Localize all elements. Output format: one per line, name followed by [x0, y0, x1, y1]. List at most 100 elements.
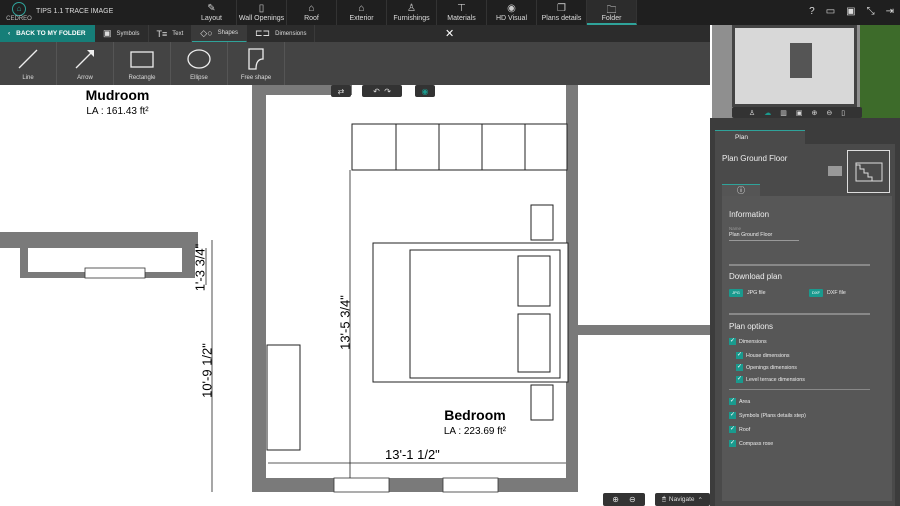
plan-icon[interactable]: ▥	[780, 109, 787, 117]
pencil-icon: ✎	[207, 3, 216, 14]
option-dimensions[interactable]: ✓ Dimensions	[729, 338, 767, 345]
shape-line[interactable]: Line	[0, 42, 57, 85]
dxf-download-link[interactable]: DXF file	[827, 290, 846, 296]
option-openings-dimensions[interactable]: ✓ Openings dimensions	[736, 364, 797, 371]
undo-redo: ↶ ↷	[362, 85, 402, 97]
nav-label: Roof	[304, 15, 319, 22]
room-name: Bedroom	[444, 407, 506, 423]
save-icon[interactable]: ▣	[846, 6, 855, 17]
navigate-button[interactable]: 🖱 Navigate ⌃	[655, 493, 710, 506]
zoom-out-icon[interactable]: ⊖	[826, 109, 832, 117]
main-nav: ✎ Layout ▯ Wall Openings ⌂ Roof ⌂ Exterior ♙…	[187, 0, 637, 25]
option-label: Symbols (Plans details step)	[739, 412, 806, 419]
back-to-folder-button[interactable]: ‹ BACK TO MY FOLDER	[0, 25, 95, 42]
checkbox-checked-icon: ✓	[736, 352, 743, 359]
tab-symbols[interactable]: ▣ Symbols	[95, 25, 149, 42]
shape-free[interactable]: Free shape	[228, 42, 285, 85]
ellipse-icon	[187, 49, 211, 69]
dimension-label: 1'-3 3/4"	[192, 243, 208, 292]
person-icon[interactable]: ♙	[749, 109, 755, 117]
zoom-in-icon[interactable]: ⊕	[612, 495, 619, 504]
text-icon: T≡	[156, 28, 168, 39]
chevron-up-icon: ⌃	[697, 496, 703, 504]
shape-arrow[interactable]: Arrow	[57, 42, 114, 85]
tab-label: Dimensions	[275, 30, 307, 37]
nav-layout[interactable]: ✎ Layout	[187, 0, 237, 25]
mouse-icon[interactable]: ▯	[841, 109, 845, 117]
undo-icon[interactable]: ↶	[373, 87, 380, 96]
nav-label: Plans details	[541, 15, 582, 22]
tab-shapes[interactable]: ◇○ Shapes	[192, 25, 248, 42]
nav-materials[interactable]: ⊤ Materials	[437, 0, 487, 25]
checkbox-checked-icon: ✓	[736, 376, 743, 383]
checkbox-checked-icon: ✓	[729, 398, 736, 405]
nav-label: Layout	[200, 15, 223, 22]
tab-label: Symbols	[116, 30, 140, 37]
zoom-in-icon[interactable]: ⊕	[811, 109, 817, 117]
plan-options-heading: Plan options	[729, 322, 774, 331]
room-area: LA : 223.69 ft²	[443, 426, 507, 437]
plan-thumbnail[interactable]	[847, 150, 890, 193]
shapes-icon: ◇○	[200, 27, 213, 38]
option-roof[interactable]: ✓ Roof	[729, 426, 750, 433]
plan-canvas[interactable]: Mudroom LA : 161.43 ft² Bedroom LA : 223…	[0, 85, 710, 506]
exit-icon[interactable]: ⇥	[886, 6, 894, 17]
nav-roof[interactable]: ⌂ Roof	[287, 0, 337, 25]
delete-button[interactable]	[828, 166, 842, 176]
flip-button[interactable]: ⇄	[331, 85, 351, 97]
dimension-label: 10'-9 1/2"	[199, 343, 215, 398]
checkbox-checked-icon: ✓	[729, 338, 736, 345]
room-label-mudroom: Mudroom LA : 161.43 ft²	[75, 87, 160, 117]
help-icon[interactable]: ?	[809, 6, 815, 17]
nav-hd-visual[interactable]: ◉ HD Visual	[487, 0, 537, 25]
3d-preview[interactable]: ♙ ☁ ▥ ▣ ⊕ ⊖ ▯	[712, 25, 900, 118]
nav-wall-openings[interactable]: ▯ Wall Openings	[237, 0, 287, 25]
option-label: House dimensions	[746, 352, 790, 359]
shape-ellipse[interactable]: Ellipse	[171, 42, 228, 85]
nav-plans-details[interactable]: ❐ Plans details	[537, 0, 587, 25]
option-label: Dimensions	[739, 338, 767, 345]
checkbox-checked-icon: ✓	[736, 364, 743, 371]
jpg-download-link[interactable]: JPG file	[747, 290, 766, 296]
close-icon[interactable]: ✕	[445, 27, 454, 40]
download-heading: Download plan	[729, 272, 782, 281]
shape-rectangle[interactable]: Rectangle	[114, 42, 171, 85]
plan-body: Plan Ground Floor ⓘ Information Name Pla…	[715, 144, 895, 506]
option-label: Area	[739, 398, 751, 405]
tab-dimensions[interactable]: ⊏⊐ Dimensions	[247, 25, 316, 42]
redo-icon[interactable]: ↷	[384, 87, 391, 96]
logo-text: CEDREO	[6, 16, 32, 22]
cedreo-logo: ⌂ CEDREO	[6, 2, 32, 22]
back-label: BACK TO MY FOLDER	[16, 30, 86, 37]
option-compass-rose[interactable]: ✓ Compass rose	[729, 440, 773, 447]
arrow-icon	[75, 50, 94, 69]
zoom-out-icon[interactable]: ⊖	[629, 495, 636, 504]
information-heading: Information	[729, 210, 770, 219]
option-level-terrace-dimensions[interactable]: ✓ Level terrace dimensions	[736, 376, 805, 383]
nav-folder[interactable]: 🗀 Folder	[587, 0, 637, 25]
tab-text[interactable]: T≡ Text	[149, 25, 193, 42]
tab-plan[interactable]: Plan	[715, 130, 805, 144]
nav-furnishings[interactable]: ♙ Furnishings	[387, 0, 437, 25]
paint-roller-icon: ⊤	[457, 3, 466, 14]
option-house-dimensions[interactable]: ✓ House dimensions	[736, 352, 790, 359]
jpg-badge[interactable]: JPG	[729, 289, 743, 297]
zoom-controls: ⊕ ⊖	[603, 493, 645, 506]
dxf-badge[interactable]: DXF	[809, 289, 823, 297]
project-title: TIPS 1.1 TRACE IMAGE	[36, 8, 114, 15]
collapse-icon[interactable]: ⤡	[867, 6, 875, 17]
nav-exterior[interactable]: ⌂ Exterior	[337, 0, 387, 25]
shape-label: Line	[22, 75, 34, 81]
comment-icon[interactable]: ▭	[826, 6, 835, 17]
nav-label: Folder	[601, 15, 622, 22]
checkbox-checked-icon: ✓	[729, 412, 736, 419]
option-symbols[interactable]: ✓ Symbols (Plans details step)	[729, 412, 806, 419]
name-input[interactable]: Plan Ground Floor	[729, 232, 799, 241]
option-area[interactable]: ✓ Area	[729, 398, 750, 405]
line-icon	[18, 49, 38, 69]
info-tab[interactable]: ⓘ	[722, 184, 760, 196]
cloud-icon[interactable]: ☁	[764, 109, 771, 117]
screenshot-icon[interactable]: ▣	[796, 109, 803, 117]
3d-toggle-button[interactable]: ◉	[415, 85, 435, 97]
shape-label: Rectangle	[128, 75, 156, 81]
